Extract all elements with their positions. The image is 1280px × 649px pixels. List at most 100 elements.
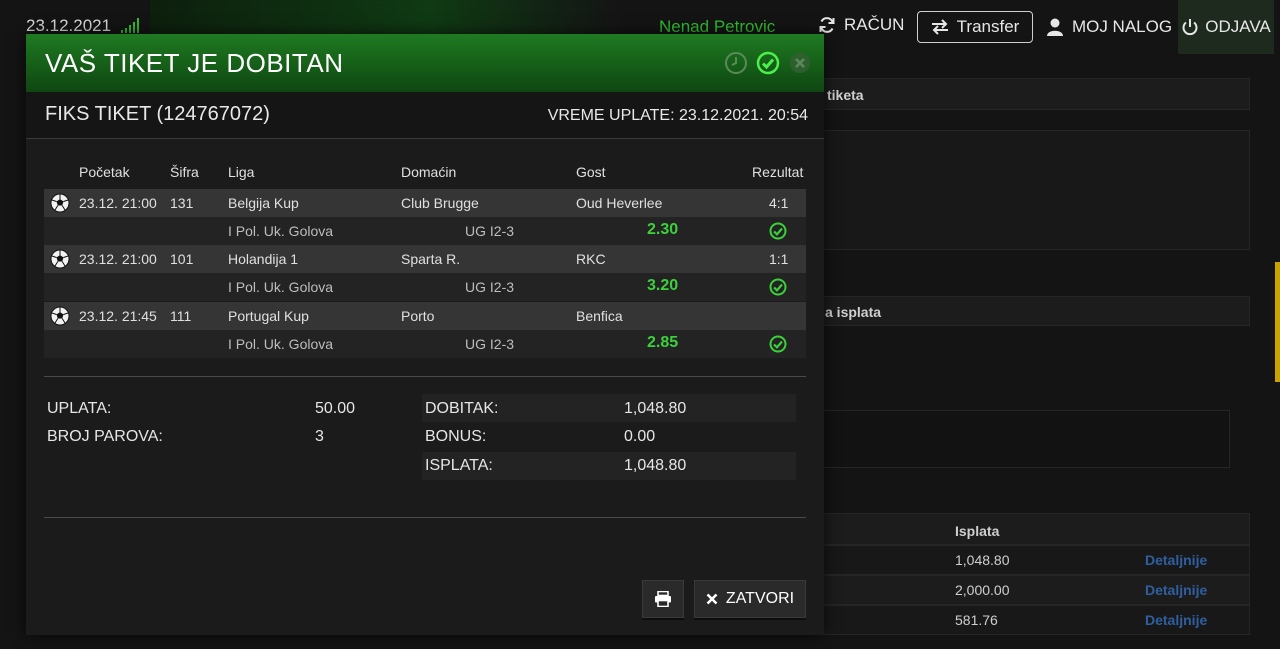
ticket-subheader: FIKS TIKET (124767072) VREME UPLATE: 23.… <box>26 92 824 139</box>
modal-title: VAŠ TIKET JE DOBITAN <box>45 48 344 78</box>
modal-status-icons <box>724 51 812 75</box>
match-league: Belgija Kup <box>228 195 299 211</box>
match-away: Oud Heverlee <box>576 195 663 211</box>
bet-odd: 2.85 <box>647 334 679 351</box>
bg-row-amount: 2,000.00 <box>955 582 1010 598</box>
bg-row-detail-link[interactable]: Detaljnije <box>1145 552 1207 568</box>
col-liga: Liga <box>228 164 255 180</box>
bg-table-header: Isplata <box>820 513 1250 545</box>
dobitak-label: DOBITAK: <box>425 400 499 417</box>
football-icon <box>50 193 70 213</box>
close-circle-icon <box>788 51 812 75</box>
match-result: 4:1 <box>769 195 789 211</box>
match-start: 23.12. 21:45 <box>79 308 157 324</box>
col-sifra: Šifra <box>170 164 199 180</box>
bg-panel-header-1-label: tiketa <box>827 87 864 103</box>
bonus-label: BONUS: <box>425 428 487 445</box>
match-code: 111 <box>170 308 192 324</box>
racun-label: RAČUN <box>844 15 905 34</box>
uplata-label: UPLATA: <box>47 400 112 417</box>
broj-parova-label: BROJ PAROVA: <box>47 428 163 445</box>
bg-table-row: 581.76 Detaljnije <box>820 605 1250 635</box>
match-code: 131 <box>170 195 194 211</box>
bet-pick: UG I2-3 <box>465 223 515 239</box>
odjava-button[interactable]: ODJAVA <box>1178 0 1274 54</box>
match-row: 23.12. 21:45 111 Portugal Kup Porto Benf… <box>44 302 806 330</box>
print-button[interactable] <box>642 580 684 618</box>
bet-pick: UG I2-3 <box>465 336 515 352</box>
bet-odd: 3.20 <box>647 277 679 294</box>
bg-scroll-accent <box>1275 262 1280 382</box>
bg-panel-1 <box>820 130 1250 250</box>
ticket-modal: VAŠ TIKET JE DOBITAN FIKS TIKET (1247670… <box>26 34 824 635</box>
odjava-label: ODJAVA <box>1205 17 1271 36</box>
col-domacin: Domaćin <box>401 164 457 180</box>
match-away: RKC <box>576 251 606 267</box>
refresh-icon <box>819 17 835 33</box>
match-code: 101 <box>170 251 194 267</box>
check-circle-icon <box>769 278 787 296</box>
bg-panel-header-2-label: a isplata <box>825 304 882 320</box>
divider <box>44 376 806 377</box>
col-pocetak: Početak <box>79 164 130 180</box>
signal-icon <box>121 18 139 33</box>
match-home: Porto <box>401 308 435 324</box>
bet-type: I Pol. Uk. Golova <box>228 279 334 295</box>
match-home: Club Brugge <box>401 195 479 211</box>
close-button[interactable]: ZATVORI <box>694 580 806 618</box>
col-rezultat: Rezultat <box>752 164 804 180</box>
football-icon <box>50 249 70 269</box>
match-result: 1:1 <box>769 251 789 267</box>
match-start: 23.12. 21:00 <box>79 251 157 267</box>
bg-row-amount: 581.76 <box>955 612 998 628</box>
bet-row: I Pol. Uk. Golova UG I2-3 2.30 <box>44 217 806 245</box>
bet-row: I Pol. Uk. Golova UG I2-3 2.85 <box>44 330 806 358</box>
bet-odd: 2.30 <box>647 221 679 238</box>
match-row: 23.12. 21:00 131 Belgija Kup Club Brugge… <box>44 189 806 217</box>
match-home: Sparta R. <box>401 251 461 267</box>
bg-panel-2 <box>820 410 1230 468</box>
bg-row-amount: 1,048.80 <box>955 552 1010 568</box>
bg-row-detail-link[interactable]: Detaljnije <box>1145 582 1207 598</box>
bet-type: I Pol. Uk. Golova <box>228 223 334 239</box>
transfer-label: Transfer <box>956 17 1020 36</box>
bg-isplata-header: Isplata <box>955 523 1000 539</box>
transfer-arrows-icon <box>931 19 948 35</box>
close-button-label: ZATVORI <box>725 590 795 607</box>
isplata-value: 1,048.80 <box>624 457 687 474</box>
clock-icon <box>724 51 748 75</box>
close-x-icon <box>706 593 718 605</box>
dobitak-value: 1,048.80 <box>624 400 687 417</box>
user-icon <box>1046 18 1063 36</box>
moj-nalog-button[interactable]: MOJ NALOG <box>1044 0 1174 54</box>
bg-table-row: 1,048.80 Detaljnije <box>820 545 1250 575</box>
divider <box>44 517 806 518</box>
racun-button[interactable]: RAČUN <box>818 15 904 35</box>
match-league: Portugal Kup <box>228 308 309 324</box>
match-league: Holandija 1 <box>228 251 299 267</box>
power-icon <box>1182 19 1198 36</box>
moj-nalog-label: MOJ NALOG <box>1071 17 1173 36</box>
bonus-value: 0.00 <box>624 428 656 445</box>
current-date: 23.12.2021 <box>26 16 112 35</box>
football-icon <box>50 306 70 326</box>
payment-time: VREME UPLATE: 23.12.2021. 20:54 <box>547 107 808 124</box>
ticket-title: FIKS TIKET (124767072) <box>45 103 270 125</box>
bet-type: I Pol. Uk. Golova <box>228 336 334 352</box>
broj-parova-value: 3 <box>315 428 324 445</box>
modal-header: VAŠ TIKET JE DOBITAN <box>26 34 824 92</box>
printer-icon <box>655 591 671 607</box>
match-away: Benfica <box>576 308 623 324</box>
match-start: 23.12. 21:00 <box>79 195 157 211</box>
uplata-value: 50.00 <box>315 400 356 417</box>
bg-row-detail-link[interactable]: Detaljnije <box>1145 612 1207 628</box>
transfer-button[interactable]: Transfer <box>917 11 1033 43</box>
bet-row: I Pol. Uk. Golova UG I2-3 3.20 <box>44 273 806 301</box>
check-circle-icon <box>769 222 787 240</box>
bet-pick: UG I2-3 <box>465 279 515 295</box>
check-circle-icon <box>756 51 780 75</box>
isplata-label: ISPLATA: <box>425 457 493 474</box>
col-gost: Gost <box>576 164 606 180</box>
bg-panel-header-1: tiketa <box>820 78 1250 110</box>
bg-panel-header-2: a isplata <box>820 296 1250 326</box>
